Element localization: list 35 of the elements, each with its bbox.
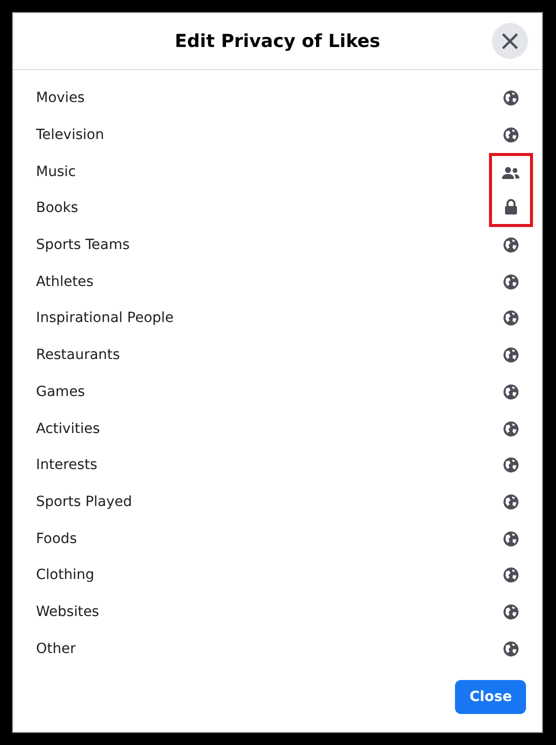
category-label: Inspirational People xyxy=(36,310,174,326)
close-button[interactable]: Close xyxy=(455,680,526,714)
globe-icon[interactable] xyxy=(503,384,519,400)
category-label: Interests xyxy=(36,457,98,474)
category-label: Websites xyxy=(36,604,100,620)
globe-icon[interactable] xyxy=(503,127,519,144)
people-icon[interactable] xyxy=(502,166,520,180)
globe-icon[interactable] xyxy=(503,90,519,106)
category-label: Books xyxy=(36,200,78,216)
globe-icon[interactable] xyxy=(503,494,519,510)
globe-icon[interactable] xyxy=(503,347,519,364)
globe-icon[interactable] xyxy=(503,640,519,657)
category-label: Restaurants xyxy=(36,347,120,364)
category-label: Clothing xyxy=(36,567,94,584)
category-label: Other xyxy=(36,640,76,657)
category-label: Music xyxy=(36,164,76,180)
category-label: Activities xyxy=(36,420,100,437)
category-label: Foods xyxy=(36,530,77,547)
category-label: Sports Teams xyxy=(36,237,130,254)
dialog-title: Edit Privacy of Likes xyxy=(174,30,380,52)
category-label: Sports Played xyxy=(36,494,132,510)
globe-icon[interactable] xyxy=(503,530,519,547)
lock-icon[interactable] xyxy=(504,198,518,215)
close-button[interactable]: × xyxy=(492,23,528,59)
category-label: Movies xyxy=(36,90,85,106)
globe-icon[interactable] xyxy=(503,457,519,474)
globe-icon[interactable] xyxy=(503,567,519,584)
category-label: Athletes xyxy=(36,274,94,290)
globe-icon[interactable] xyxy=(503,237,519,254)
category-label: Television xyxy=(36,127,104,144)
globe-icon[interactable] xyxy=(503,604,519,620)
globe-icon[interactable] xyxy=(503,274,519,290)
category-label: Games xyxy=(36,384,85,400)
globe-icon[interactable] xyxy=(503,310,519,326)
globe-icon[interactable] xyxy=(503,420,519,437)
